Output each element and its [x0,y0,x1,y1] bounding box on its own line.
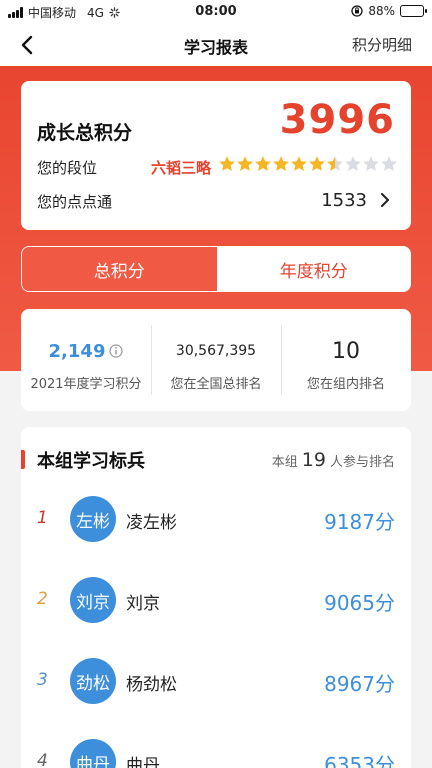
member-name: 凌左彬 [126,513,177,533]
chevron-right-icon[interactable] [377,191,393,209]
rank-number: 1 [37,508,48,528]
info-icon[interactable] [109,344,124,358]
rank-label: 您的段位 [37,159,98,177]
star-icon [308,155,326,173]
points-detail-link[interactable]: 积分明细 [352,34,412,55]
star-icon [290,155,308,173]
growth-points-card: 成长总积分 3996 您的段位 六韬三略 您的点点通 1533 [21,81,411,230]
stat-annual-points: 2,149 2021年度学习积分 [21,309,151,411]
annual-points-value: 2,149 [48,340,106,362]
star-icon [344,155,362,173]
rank-number: 4 [37,751,48,768]
leaderboard-title: 本组学习标兵 [37,451,145,472]
rank-number: 2 [37,589,48,609]
nav-bar: 学习报表 积分明细 [0,24,432,66]
growth-points-title: 成长总积分 [37,122,133,144]
member-name: 曲丹 [126,756,160,768]
national-rank-label: 您在全国总排名 [170,377,262,392]
avatar: 左彬 [70,496,116,542]
star-icon [326,155,344,173]
stat-group-rank: 10 您在组内排名 [281,309,411,411]
status-bar: 中国移动 4G 08:00 88% [0,0,432,24]
star-icon [254,155,272,173]
member-name: 刘京 [126,594,160,614]
member-points: 9065分 [324,591,395,615]
tab-total-points[interactable]: 总积分 [21,246,217,292]
leaderboard-card: 本组学习标兵 本组 19 人参与排名 1 左彬 凌左彬 9187分 2 刘京 刘… [21,427,411,768]
leaderboard-row[interactable]: 3 劲松 杨劲松 8967分 [21,650,411,714]
rank-name: 六韬三略 [151,159,212,177]
rank-stars [218,155,398,173]
avatar: 曲丹 [70,739,116,768]
dian-label[interactable]: 您的点点通 [37,191,112,212]
leaderboard-row[interactable]: 1 左彬 凌左彬 9187分 [21,488,411,552]
star-icon [236,155,254,173]
rank-number: 3 [37,670,48,690]
battery-icon [400,5,427,17]
leaderboard-row[interactable]: 2 刘京 刘京 9065分 [21,569,411,633]
orientation-lock-icon [351,5,363,17]
section-accent-bar [21,450,25,469]
stats-card: 2,149 2021年度学习积分 30,567,395 您在全国总排名 10 您… [21,309,411,411]
stat-national-rank: 30,567,395 您在全国总排名 [151,309,281,411]
participants-count: 本组 19 人参与排名 [271,449,395,471]
avatar: 刘京 [70,577,116,623]
star-icon [362,155,380,173]
member-points: 8967分 [324,672,395,696]
annual-points-label: 2021年度学习积分 [30,377,142,392]
avatar: 劲松 [70,658,116,704]
group-rank-label: 您在组内排名 [306,377,385,392]
tab-annual-points[interactable]: 年度积分 [216,246,411,292]
member-points: 9187分 [324,510,395,534]
battery-percent: 88% [368,4,395,18]
star-icon [272,155,290,173]
star-icon [218,155,236,173]
member-name: 杨劲松 [126,675,177,695]
points-tab-bar: 总积分 年度积分 [21,246,411,292]
star-icon [380,155,398,173]
member-points: 6353分 [324,753,395,768]
leaderboard-row[interactable]: 4 曲丹 曲丹 6353分 [21,731,411,768]
national-rank-value: 30,567,395 [175,343,257,359]
dian-value[interactable]: 1533 [321,190,367,211]
growth-points-value: 3996 [279,97,395,143]
group-rank-value: 10 [332,338,360,364]
